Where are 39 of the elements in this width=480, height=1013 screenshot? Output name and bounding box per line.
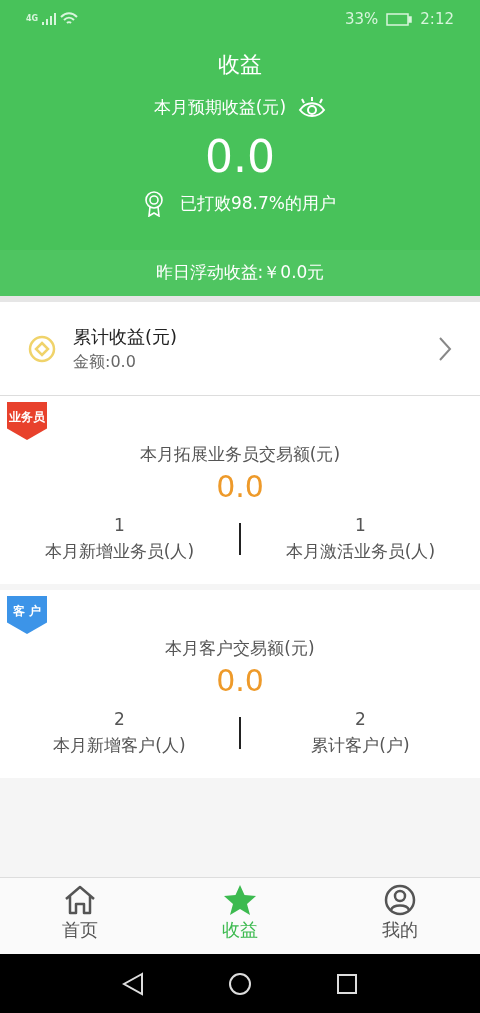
section-amount: 0.0: [215, 661, 265, 699]
stat-value: 1: [355, 514, 366, 537]
battery-icon: [386, 12, 413, 26]
award-icon: [144, 190, 164, 217]
stat-label: 累计客户(户): [311, 733, 410, 757]
chevron-right-icon: [438, 335, 452, 362]
network-label: 4G: [26, 13, 39, 25]
section-title: 本月客户交易额(元): [164, 637, 316, 660]
cumulative-income-title: 累计收益(元): [73, 325, 179, 349]
home-icon: [63, 884, 97, 916]
page-title: 收益: [218, 51, 262, 79]
star-icon: [223, 884, 257, 916]
recents-icon[interactable]: [336, 972, 358, 995]
clock: 2:12: [420, 8, 454, 30]
nav-tab[interactable]: 我的: [320, 878, 480, 954]
signal-icon: [42, 13, 57, 25]
rank-text: 已打败98.7%的用户: [180, 191, 336, 215]
cumulative-income-amount: 金额:0.0: [73, 351, 137, 373]
section-amount: 0.0: [215, 467, 265, 505]
nav-tab[interactable]: 首页: [0, 878, 160, 954]
expected-income-amount: 0.0: [205, 134, 275, 179]
back-icon[interactable]: [122, 971, 144, 996]
section-title: 本月拓展业务员交易额(元): [138, 443, 342, 466]
coin-icon: [28, 334, 56, 363]
stat-label: 本月新增客户(人): [53, 733, 186, 757]
stat-value: 2: [114, 708, 125, 731]
yesterday-income-bar: 昨日浮动收益:￥0.0元: [0, 250, 480, 296]
category-badge: 客 户: [7, 596, 47, 634]
stat-label: 本月激活业务员(人): [285, 539, 436, 563]
expected-income-label: 本月预期收益(元): [153, 96, 287, 119]
stat-label: 本月新增业务员(人): [44, 539, 195, 563]
user-icon: [384, 884, 416, 916]
battery-percent: 33%: [344, 8, 379, 30]
stat-value: 2: [355, 708, 366, 731]
category-badge: 业务员: [7, 402, 47, 440]
home-circle-icon[interactable]: [228, 971, 252, 996]
cumulative-income-row[interactable]: 累计收益(元) 金额:0.0: [0, 302, 480, 396]
wifi-icon: [60, 12, 79, 26]
stat-value: 1: [114, 514, 125, 537]
